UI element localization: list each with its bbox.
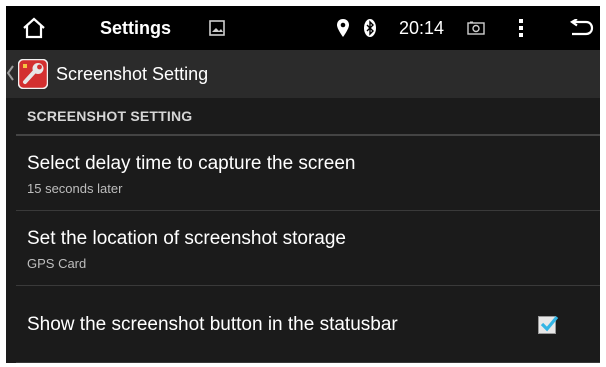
pref-title: Select delay time to capture the screen — [27, 153, 356, 174]
pref-summary: GPS Card — [27, 256, 87, 271]
android-screen: Settings 20:14 Screenshot Setting SCREEN… — [6, 6, 600, 363]
status-bar: Settings 20:14 — [6, 6, 600, 50]
list-divider — [16, 362, 600, 363]
pref-storage-location[interactable]: Set the location of screenshot storage G… — [6, 211, 600, 285]
image-icon — [209, 6, 225, 50]
pref-title: Show the screenshot button in the status… — [27, 314, 398, 335]
statusbar-button-checkbox[interactable] — [538, 315, 559, 334]
up-chevron-icon[interactable] — [6, 64, 14, 87]
pref-title: Set the location of screenshot storage — [27, 228, 346, 249]
section-header: SCREENSHOT SETTING — [27, 108, 193, 124]
back-icon[interactable] — [568, 6, 594, 50]
action-bar: Screenshot Setting — [6, 50, 600, 98]
status-title: Settings — [100, 17, 172, 38]
wrench-settings-icon[interactable] — [17, 58, 49, 90]
overflow-menu-icon[interactable] — [518, 6, 524, 50]
page-title: Screenshot Setting — [56, 63, 209, 84]
pref-summary: 15 seconds later — [27, 181, 123, 196]
home-icon[interactable] — [22, 6, 46, 50]
location-pin-icon — [336, 6, 350, 50]
status-time: 20:14 — [399, 17, 445, 38]
checkmark-icon — [540, 315, 559, 332]
pref-delay-time[interactable]: Select delay time to capture the screen … — [6, 136, 600, 210]
screenshot-camera-icon[interactable] — [467, 6, 485, 50]
pref-statusbar-button[interactable]: Show the screenshot button in the status… — [6, 286, 600, 362]
bluetooth-icon — [363, 6, 377, 50]
preference-list: SCREENSHOT SETTING Select delay time to … — [6, 98, 600, 363]
